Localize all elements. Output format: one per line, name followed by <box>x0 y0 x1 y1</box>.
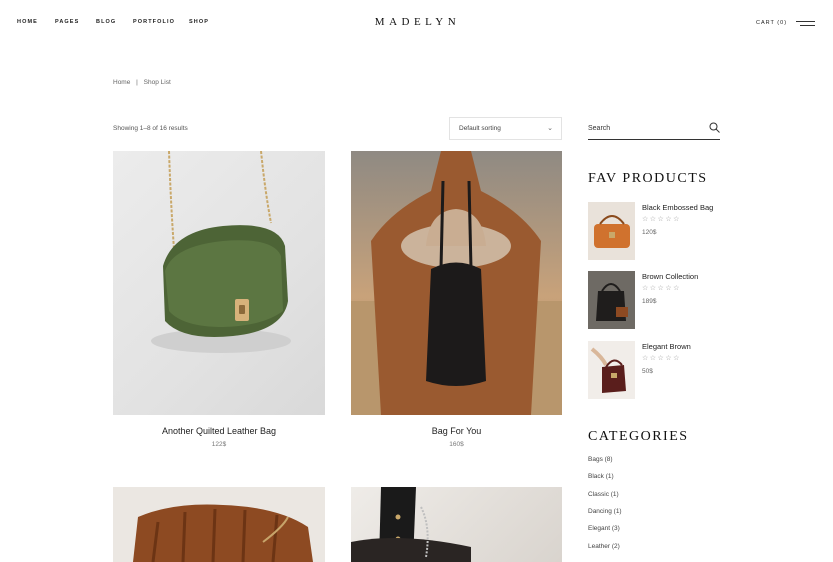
chevron-down-icon: ⌄ <box>547 125 553 132</box>
elegant-brown-illustration <box>590 347 626 393</box>
category-link[interactable]: Classic (1) <box>588 491 619 498</box>
breadcrumb-current: Shop List <box>143 79 171 86</box>
product-image[interactable] <box>113 487 325 562</box>
nav-shop[interactable]: SHOP <box>189 19 209 25</box>
fav-product-item[interactable]: Black Embossed Bag ☆☆☆☆☆ 120$ <box>588 202 728 262</box>
brown-collection-illustration <box>588 271 635 329</box>
product-image[interactable] <box>113 151 325 415</box>
fav-product-item[interactable]: Elegant Brown ☆☆☆☆☆ 50$ <box>588 341 728 401</box>
fav-product-thumb[interactable] <box>588 341 635 399</box>
category-link[interactable]: Leather (2) <box>588 543 620 550</box>
nav-portfolio[interactable]: PORTFOLIO <box>133 19 175 25</box>
category-link[interactable]: Elegant (3) <box>588 525 620 532</box>
cart-link[interactable]: CART (0) <box>756 20 787 26</box>
brown-bag-illustration <box>133 504 313 562</box>
product-title[interactable]: Bag For You <box>351 426 562 436</box>
result-count: Showing 1–8 of 16 results <box>113 125 188 132</box>
fav-product-thumb[interactable] <box>588 202 635 260</box>
nav-blog[interactable]: BLOG <box>96 19 116 25</box>
product-price: 122$ <box>211 441 227 448</box>
site-logo[interactable]: MADELYN <box>330 16 505 28</box>
category-link[interactable]: Black (1) <box>588 473 614 480</box>
breadcrumb: Home | Shop List <box>113 79 171 86</box>
product-image[interactable] <box>351 487 562 562</box>
green-bag-illustration <box>151 151 291 353</box>
rating-stars-icon: ☆☆☆☆☆ <box>642 285 681 292</box>
fav-product-price: 120$ <box>642 229 657 236</box>
nav-pages[interactable]: PAGES <box>55 19 79 25</box>
menu-icon[interactable] <box>796 21 815 26</box>
fav-product-name[interactable]: Black Embossed Bag <box>642 203 713 212</box>
sorting-value: Default sorting <box>459 125 501 132</box>
search-input[interactable]: Search <box>588 125 610 132</box>
woman-with-bag-illustration <box>351 151 562 415</box>
black-bag-illustration <box>351 487 471 562</box>
nav-home[interactable]: HOME <box>17 19 38 25</box>
product-title[interactable]: Another Quilted Leather Bag <box>113 426 325 436</box>
product-image[interactable] <box>351 151 562 415</box>
search-field[interactable]: Search <box>588 118 720 140</box>
orange-bag-illustration <box>594 215 630 248</box>
fav-product-thumb[interactable] <box>588 271 635 329</box>
sorting-select[interactable]: Default sorting ⌄ <box>449 117 562 140</box>
breadcrumb-home[interactable]: Home <box>113 79 130 86</box>
product-price: 160$ <box>449 441 464 448</box>
rating-stars-icon: ☆☆☆☆☆ <box>642 355 681 362</box>
category-link[interactable]: Bags (8) <box>588 456 613 463</box>
category-link[interactable]: Dancing (1) <box>588 508 622 515</box>
fav-products-heading: FAV PRODUCTS <box>588 171 708 186</box>
fav-product-item[interactable]: Brown Collection ☆☆☆☆☆ 189$ <box>588 271 728 331</box>
categories-heading: CATEGORIES <box>588 429 689 444</box>
rating-stars-icon: ☆☆☆☆☆ <box>642 216 681 223</box>
fav-product-price: 50$ <box>642 368 653 375</box>
breadcrumb-separator: | <box>136 79 138 86</box>
fav-product-name[interactable]: Brown Collection <box>642 272 698 281</box>
fav-product-price: 189$ <box>642 298 657 305</box>
fav-product-name[interactable]: Elegant Brown <box>642 342 691 351</box>
search-icon[interactable] <box>709 122 720 133</box>
